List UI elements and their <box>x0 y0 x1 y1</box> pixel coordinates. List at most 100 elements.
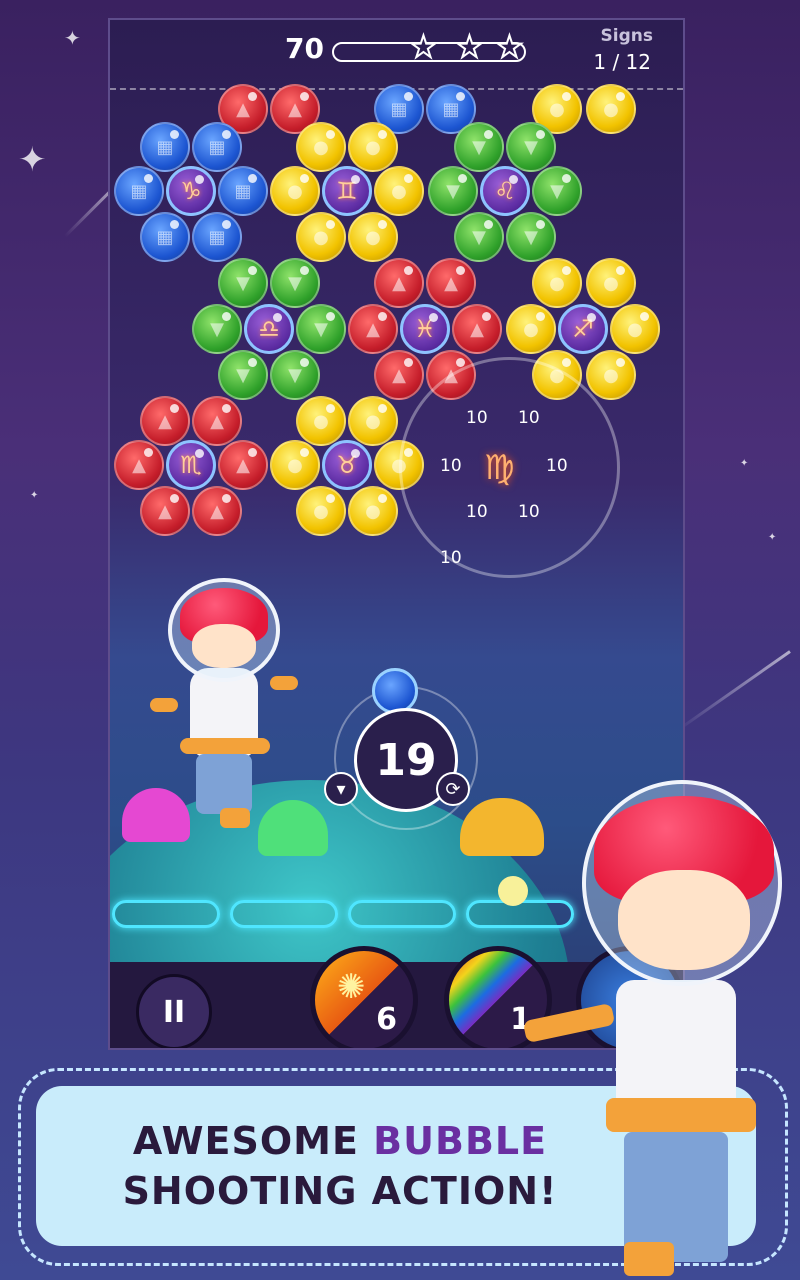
green-bubble: ▼ <box>506 212 556 262</box>
green-bubble: ▼ <box>532 166 582 216</box>
sun-icon: ✺ <box>337 967 366 1007</box>
zodiac-sign-icon: ♓ <box>414 315 436 343</box>
green-bubble: ▼ <box>428 166 478 216</box>
green-bubble-mark-icon: ▼ <box>236 272 250 294</box>
star-icon: ✦ <box>740 458 749 469</box>
green-bubble-mark-icon: ▼ <box>288 272 302 294</box>
yellow-bubble: ● <box>586 84 636 134</box>
yellow-bubble-mark-icon: ● <box>365 410 381 432</box>
blue-bubble: ▦ <box>192 212 242 262</box>
zodiac-sign-icon: ♏ <box>180 451 202 479</box>
zodiac-sign-icon: ♊ <box>336 177 358 205</box>
zodiac-sign-icon: ♉ <box>336 451 358 479</box>
star-icon: ✦ <box>64 26 81 50</box>
blue-bubble: ▦ <box>218 166 268 216</box>
yellow-bubble: ● <box>296 212 346 262</box>
down-arrow-icon: ▾ <box>336 778 346 800</box>
blue-bubble-mark-icon: ▦ <box>234 180 252 202</box>
green-bubble-mark-icon: ▼ <box>524 136 538 158</box>
yellow-bubble-mark-icon: ● <box>365 136 381 158</box>
yellow-bubble-mark-icon: ● <box>391 180 407 202</box>
red-bubble: ▲ <box>140 396 190 446</box>
sparkle-icon: ✦ <box>18 140 47 180</box>
red-bubble-mark-icon: ▲ <box>444 272 458 294</box>
pause-icon: II <box>162 994 186 1030</box>
yellow-bubble: ● <box>270 166 320 216</box>
hud-bar: 70 ★ ★ ★ Signs 1 / 12 <box>110 20 683 90</box>
yellow-bubble-mark-icon: ● <box>287 454 303 476</box>
red-bubble: ▲ <box>192 396 242 446</box>
signs-counter: 1 / 12 <box>593 50 651 74</box>
red-bubble-mark-icon: ▲ <box>470 318 484 340</box>
signs-label: Signs <box>600 26 653 46</box>
blue-bubble-mark-icon: ▦ <box>208 136 226 158</box>
blue-bubble-mark-icon: ▦ <box>156 226 174 248</box>
yellow-bubble-mark-icon: ● <box>523 318 539 340</box>
yellow-bubble: ● <box>532 258 582 308</box>
red-bubble: ▲ <box>218 440 268 490</box>
zodiac-bubble: ♏ <box>166 440 216 490</box>
yellow-bubble-mark-icon: ● <box>603 98 619 120</box>
yellow-bubble-mark-icon: ● <box>365 226 381 248</box>
star-icon: ★ <box>409 29 438 66</box>
star-icon: ★ <box>455 29 484 66</box>
points-popup: 10 <box>440 456 462 476</box>
yellow-bubble: ● <box>610 304 660 354</box>
yellow-bubble-mark-icon: ● <box>313 500 329 522</box>
red-bubble-mark-icon: ▲ <box>392 364 406 386</box>
zodiac-bubble: ♓ <box>400 304 450 354</box>
green-bubble-mark-icon: ▼ <box>524 226 538 248</box>
headline-line1: AWESOME BUBBLE <box>132 1119 548 1163</box>
pause-button[interactable]: II <box>136 974 212 1048</box>
yellow-bubble: ● <box>296 122 346 172</box>
green-bubble-mark-icon: ▼ <box>472 226 486 248</box>
points-popup: 10 <box>440 548 462 568</box>
neon-platform <box>112 900 220 928</box>
green-bubble-mark-icon: ▼ <box>446 180 460 202</box>
zodiac-bubble: ♊ <box>322 166 372 216</box>
yellow-bubble: ● <box>586 258 636 308</box>
zodiac-bubble: ♎ <box>244 304 294 354</box>
red-bubble-mark-icon: ▲ <box>366 318 380 340</box>
blue-bubble-mark-icon: ▦ <box>130 180 148 202</box>
blue-bubble-mark-icon: ▦ <box>208 226 226 248</box>
yellow-bubble: ● <box>374 166 424 216</box>
aim-down-button[interactable]: ▾ <box>324 772 358 806</box>
red-bubble: ▲ <box>140 486 190 536</box>
green-bubble: ▼ <box>296 304 346 354</box>
blue-bubble-mark-icon: ▦ <box>156 136 174 158</box>
green-bubble: ▼ <box>192 304 242 354</box>
sun-burst-booster[interactable]: ✺ 6 <box>310 946 418 1048</box>
yellow-bubble: ● <box>348 396 398 446</box>
swap-bubble-button[interactable]: ⟳ <box>436 772 470 806</box>
star-icon: ★ <box>495 29 524 66</box>
yellow-bubble-mark-icon: ● <box>313 136 329 158</box>
yellow-bubble: ● <box>296 486 346 536</box>
zodiac-bubble: ♉ <box>322 440 372 490</box>
red-bubble: ▲ <box>374 350 424 400</box>
green-bubble-mark-icon: ▼ <box>550 180 564 202</box>
neon-platform <box>348 900 456 928</box>
yellow-bubble-mark-icon: ● <box>603 272 619 294</box>
red-bubble: ▲ <box>114 440 164 490</box>
red-bubble: ▲ <box>452 304 502 354</box>
yellow-bubble-mark-icon: ● <box>365 500 381 522</box>
red-bubble-mark-icon: ▲ <box>158 410 172 432</box>
points-popup: 10 <box>466 408 488 428</box>
red-bubble-mark-icon: ▲ <box>158 500 172 522</box>
antenna-bulb <box>498 876 528 906</box>
green-bubble: ▼ <box>454 122 504 172</box>
zodiac-bubble: ♐ <box>558 304 608 354</box>
yellow-bubble-mark-icon: ● <box>313 410 329 432</box>
green-bubble: ▼ <box>454 212 504 262</box>
green-bubble-mark-icon: ▼ <box>472 136 486 158</box>
red-bubble-mark-icon: ▲ <box>236 454 250 476</box>
yellow-bubble-mark-icon: ● <box>603 364 619 386</box>
yellow-bubble: ● <box>296 396 346 446</box>
red-bubble: ▲ <box>348 304 398 354</box>
red-bubble-mark-icon: ▲ <box>210 500 224 522</box>
green-bubble-mark-icon: ▼ <box>288 364 302 386</box>
zodiac-sign-icon: ♌ <box>494 177 516 205</box>
red-bubble-mark-icon: ▲ <box>210 410 224 432</box>
yellow-bubble: ● <box>348 212 398 262</box>
